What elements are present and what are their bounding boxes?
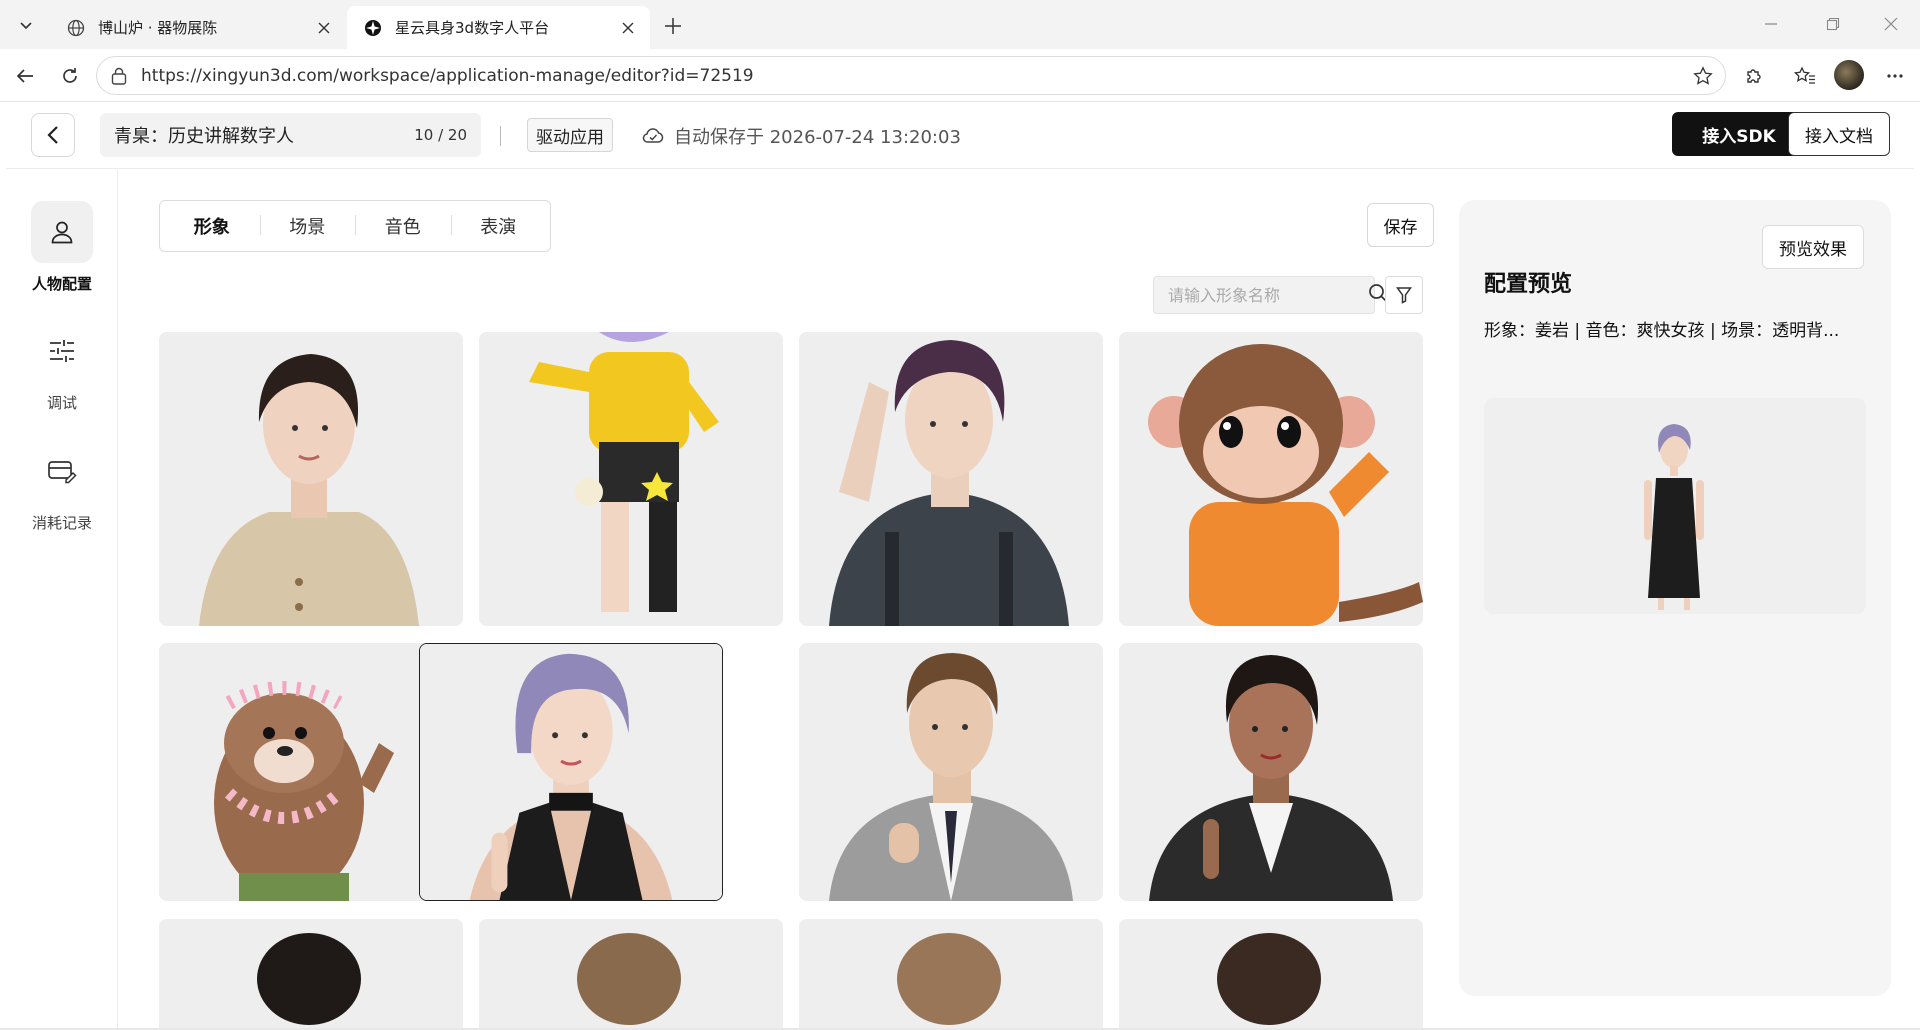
avatar-partial-light-brown-hair — [799, 919, 1103, 1028]
autosave-text: 自动保存于 2026-07-24 13:20:03 — [674, 127, 961, 148]
avatar-card[interactable] — [799, 919, 1103, 1028]
reload-icon — [63, 68, 77, 83]
preview-summary: 形象：姜岩 | 音色：爽快女孩 | 场景：透明背... — [1484, 321, 1840, 341]
preview-stage — [1484, 398, 1866, 614]
avatar-young-man-curly-hair — [799, 332, 1103, 626]
avatar-grid — [159, 332, 1423, 1028]
url-field[interactable]: https://xingyun3d.com/workspace/applicat… — [96, 56, 1726, 95]
connect-docs-button[interactable]: 接入文档 — [1788, 112, 1890, 156]
connect-sdk-button[interactable]: 接入SDK — [1672, 112, 1806, 156]
close-icon — [1884, 17, 1898, 31]
sidebar-item-label: 调试 — [46, 394, 77, 412]
chevron-down-icon — [20, 22, 32, 30]
tab-title: 博山炉 · 器物展陈 — [98, 19, 218, 37]
editor-back-button[interactable] — [31, 113, 75, 157]
more-menu-button[interactable] — [1880, 61, 1910, 91]
avatar-partial-dark-brown-hair — [1119, 919, 1423, 1028]
app-name-field[interactable]: 青臬：历史讲解数字人 10 / 20 — [100, 113, 481, 157]
browser-tab-bar: 博山炉 · 器物展陈 星云具身3d数字人平台 — [0, 0, 1920, 49]
cloud-sync-icon — [642, 127, 664, 145]
avatar-search-input[interactable] — [1168, 285, 1368, 305]
avatar-card[interactable] — [479, 332, 783, 626]
avatar-card[interactable] — [799, 643, 1103, 901]
sidebar-item-usage-records[interactable]: 消耗记录 — [6, 440, 118, 533]
sidebar-item-label: 消耗记录 — [31, 514, 92, 532]
avatar-partial-brown-hair — [479, 919, 783, 1028]
avatar-woman-leather-jacket — [1119, 643, 1423, 901]
tab-voice[interactable]: 音色 — [355, 213, 451, 239]
person-icon — [31, 201, 93, 263]
favorites-button[interactable] — [1790, 61, 1820, 91]
new-tab-button[interactable] — [658, 11, 688, 41]
avatar-card[interactable] — [799, 332, 1103, 626]
preview-effect-button[interactable]: 预览效果 — [1762, 225, 1864, 269]
autosave-status: 自动保存于 2026-07-24 13:20:03 — [642, 123, 961, 149]
tab-avatar[interactable]: 形象 — [164, 213, 260, 239]
star-icon[interactable] — [1693, 66, 1713, 91]
config-tabs: 形象 场景 音色 表演 — [159, 200, 551, 252]
left-sidebar: 人物配置 调试 消耗记录 — [6, 170, 118, 1028]
avatar-man-grey-suit — [799, 643, 1103, 901]
avatar-woman-purple-hair — [420, 644, 722, 900]
site-info-icon[interactable] — [111, 67, 129, 85]
restore-icon — [1826, 17, 1840, 31]
filter-icon — [1396, 287, 1412, 304]
tab-title: 星云具身3d数字人平台 — [395, 19, 550, 37]
extensions-button[interactable] — [1739, 61, 1769, 91]
browser-tab-active[interactable]: 星云具身3d数字人平台 — [347, 6, 650, 49]
avatar-card[interactable] — [159, 332, 463, 626]
close-icon[interactable] — [620, 20, 636, 36]
url-text: https://xingyun3d.com/workspace/applicat… — [141, 65, 754, 86]
reload-button[interactable] — [55, 61, 85, 91]
browser-tab-inactive[interactable]: 博山炉 · 器物展陈 — [50, 6, 346, 49]
sidebar-item-label: 人物配置 — [31, 275, 92, 293]
preview-character-figure — [1484, 398, 1866, 614]
avatar-anime-girl-yellow-jacket — [479, 332, 783, 626]
globe-icon — [66, 18, 86, 38]
app-logo-icon — [363, 18, 383, 38]
avatar-card[interactable] — [479, 919, 783, 1028]
avatar-woman-beige-sweater — [159, 332, 463, 626]
filter-button[interactable] — [1385, 276, 1423, 314]
sliders-icon — [31, 320, 93, 382]
avatar-card[interactable] — [1119, 332, 1423, 626]
minimize-button[interactable] — [1756, 12, 1786, 36]
avatar-card[interactable] — [159, 643, 463, 901]
avatar-cartoon-otter-flower-crown — [159, 643, 463, 901]
avatar-partial-dark-hair — [159, 919, 463, 1028]
puzzle-icon — [1747, 69, 1761, 83]
avatar-cartoon-monkey — [1119, 332, 1423, 626]
char-counter: 10 / 20 — [414, 126, 467, 144]
address-bar-row: https://xingyun3d.com/workspace/applicat… — [0, 49, 1920, 102]
avatar-card[interactable] — [1119, 643, 1423, 901]
editor-header: 青臬：历史讲解数字人 10 / 20 驱动应用 自动保存于 2026-07-24… — [6, 103, 1914, 169]
avatar-search-box — [1153, 276, 1387, 314]
plus-icon — [665, 18, 681, 34]
minimize-icon — [1765, 23, 1777, 25]
arrow-left-icon — [16, 69, 33, 83]
restore-button[interactable] — [1818, 12, 1848, 36]
sidebar-item-character-config[interactable]: 人物配置 — [6, 201, 118, 294]
sidebar-item-debug[interactable]: 调试 — [6, 320, 118, 413]
tab-list-button[interactable] — [10, 10, 42, 40]
header-divider — [500, 126, 501, 146]
config-preview-panel: 预览效果 配置预览 形象：姜岩 | 音色：爽快女孩 | 场景：透明背... — [1459, 200, 1891, 996]
tab-scene[interactable]: 场景 — [259, 213, 356, 239]
app-name-value: 青臬：历史讲解数字人 — [114, 126, 294, 147]
drive-app-badge[interactable]: 驱动应用 — [527, 118, 613, 152]
close-icon[interactable] — [316, 20, 332, 36]
tab-performance[interactable]: 表演 — [450, 213, 547, 239]
chevron-left-icon — [47, 126, 58, 144]
card-edit-icon — [31, 440, 93, 502]
save-button[interactable]: 保存 — [1367, 203, 1434, 247]
more-dots-icon — [1887, 74, 1903, 78]
back-nav-button[interactable] — [10, 61, 40, 91]
window-close-button[interactable] — [1876, 12, 1906, 36]
avatar-card[interactable] — [159, 919, 463, 1028]
profile-avatar[interactable] — [1834, 60, 1864, 90]
avatar-card-selected[interactable] — [419, 643, 723, 901]
favorites-icon — [1794, 66, 1815, 84]
avatar-card[interactable] — [1119, 919, 1423, 1028]
preview-title: 配置预览 — [1484, 272, 1573, 297]
